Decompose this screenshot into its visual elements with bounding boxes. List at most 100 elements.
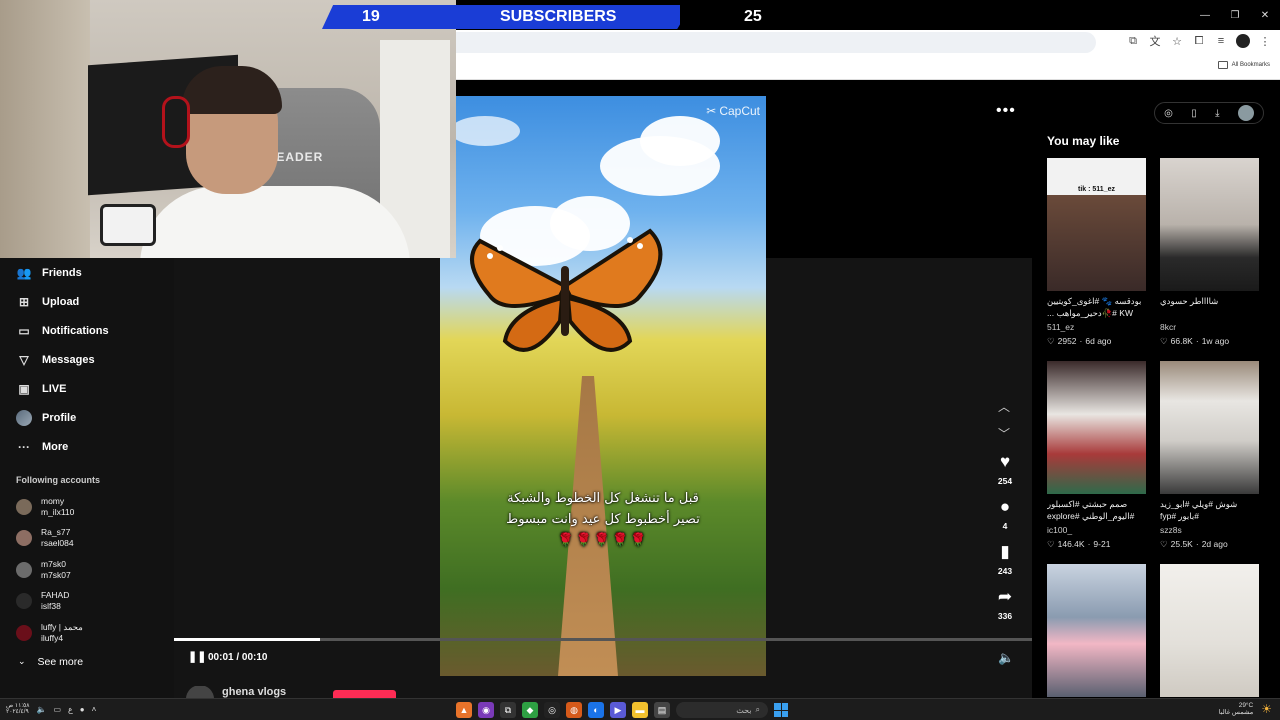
video-thumbnail[interactable] xyxy=(1047,361,1146,494)
account-handle: iluffy4 xyxy=(41,632,64,643)
app-icon[interactable]: ⧉ xyxy=(500,702,516,718)
webcam-person-hair xyxy=(182,66,282,114)
video-frame[interactable]: ✂ CapCut قبل ما تنشغل كل الخطوط والشبكة … xyxy=(440,96,766,676)
sidebar-item-profile[interactable]: Profile xyxy=(0,403,174,432)
screen-capture-icon[interactable]: ⧉ xyxy=(1126,34,1140,48)
chevron-up-icon[interactable]: ˄ xyxy=(92,705,97,714)
sidebar-item-upload[interactable]: ⊞ Upload xyxy=(0,287,174,316)
volume-tray-icon[interactable]: 🔈 xyxy=(36,705,46,714)
card-meta: ♡ 146.4K · 9-21 xyxy=(1047,539,1146,550)
video-thumbnail[interactable] xyxy=(1160,158,1259,291)
following-account[interactable]: FAHAD islf38 xyxy=(0,586,174,618)
sidebar-item-label: Notifications xyxy=(42,324,109,337)
card-username[interactable]: 511_ez xyxy=(1047,322,1146,332)
subscriber-counter: 19 SUBSCRIBERS 25 xyxy=(322,5,792,29)
account-name: Ra_s77 xyxy=(41,527,71,538)
extensions-icon[interactable]: ⧠ xyxy=(1192,34,1206,48)
weather-desc: مشمس غالبا xyxy=(1218,709,1254,716)
profile-icon[interactable] xyxy=(1236,34,1250,48)
card-title[interactable]: شوش #ويلي #ابو_زيد #بابور #fyp xyxy=(1160,498,1259,523)
pause-icon[interactable]: ❚❚ xyxy=(188,650,206,663)
chrome-icon[interactable]: ◍ xyxy=(566,702,582,718)
all-bookmarks[interactable]: All Bookmarks xyxy=(1217,61,1270,69)
comment-count: 4 xyxy=(1002,521,1008,531)
caption-line: قبل ما تنشغل كل الخطوط والشبكة xyxy=(507,491,699,506)
video-card[interactable] xyxy=(1047,564,1146,697)
toolbar-icons: ⧉ 文 ☆ ⧠ ≡ ⋮ xyxy=(1126,34,1272,48)
windows-start-icon[interactable] xyxy=(774,703,788,717)
app-icon[interactable]: ▶ xyxy=(610,702,626,718)
address-bar[interactable] xyxy=(456,32,1096,53)
menu-icon[interactable]: ⋮ xyxy=(1258,34,1272,48)
heart-outline-icon: ♡ xyxy=(1160,539,1168,549)
author-info[interactable]: ghena vlogs xyxy=(186,686,286,698)
video-card[interactable] xyxy=(1160,564,1259,697)
progress-bar[interactable] xyxy=(174,638,1032,641)
following-account[interactable]: m7sk0 m7sk07 xyxy=(0,554,174,586)
following-account[interactable]: momy m_ilx110 xyxy=(0,491,174,523)
action-bar: ♥ 254 ● 4 ▮ 243 ➦ 336 xyxy=(988,452,1022,632)
weather-widget[interactable]: 29°C مشمس غالبا xyxy=(1219,702,1253,716)
bookmarks-bar: All Bookmarks xyxy=(456,55,1280,80)
share-count: 336 xyxy=(997,611,1013,621)
video-card[interactable]: شااااطر حسودي 8kcr ♡ 66.8K · 1w ago xyxy=(1160,158,1259,347)
card-title[interactable]: بودقسه 🐾 #اغوى_كويتيين KW #🥀دحير_مواهب .… xyxy=(1047,295,1146,320)
volume-icon[interactable]: 🔈 xyxy=(998,650,1014,666)
chevron-up-icon[interactable]: ︿ xyxy=(998,398,1010,415)
share-button[interactable]: ➦ 336 xyxy=(998,587,1012,621)
follow-button[interactable] xyxy=(333,690,396,698)
video-thumbnail[interactable] xyxy=(1047,564,1146,697)
autoscroll-icon[interactable]: ◎ xyxy=(1164,108,1173,119)
video-card[interactable]: tik : 511_ez بودقسه 🐾 #اغوى_كويتيين KW #🥀… xyxy=(1047,158,1146,347)
app-icon[interactable]: ◉ xyxy=(478,702,494,718)
device-icon[interactable]: ▯ xyxy=(1191,108,1197,119)
video-card[interactable]: شوش #ويلي #ابو_زيد #بابور #fyp szz8s ♡ 25.5… xyxy=(1160,361,1259,550)
chevron-down-icon: ⌄ xyxy=(18,656,26,666)
sidebar-item-more[interactable]: ··· More xyxy=(0,432,174,461)
webcam-person-body xyxy=(140,186,410,258)
card-username[interactable]: ic100_ xyxy=(1047,525,1146,535)
edge-icon[interactable]: ◐ xyxy=(588,702,604,718)
heart-outline-icon: ♡ xyxy=(1160,336,1168,346)
app-icon[interactable]: ◆ xyxy=(522,702,538,718)
save-button[interactable]: ▮ 243 xyxy=(998,542,1012,576)
media-icon[interactable]: ≡ xyxy=(1214,34,1228,48)
following-account[interactable]: luffy | محمد iluffy4 xyxy=(0,617,174,649)
language-indicator[interactable]: ع xyxy=(68,705,73,714)
video-thumbnail[interactable]: tik : 511_ez xyxy=(1047,158,1146,291)
app-icon[interactable]: ◎ xyxy=(544,702,560,718)
network-icon[interactable]: ▭ xyxy=(53,705,61,714)
card-title[interactable]: صمم حبشتي #اكسبلور #اليوم_الوطني #explor… xyxy=(1047,498,1146,523)
app-icon[interactable]: ▤ xyxy=(654,702,670,718)
video-thumbnail[interactable] xyxy=(1160,361,1259,494)
sidebar-item-label: Upload xyxy=(42,295,80,308)
translate-icon[interactable]: 文 xyxy=(1148,34,1162,48)
card-title[interactable]: شااااطر حسودي xyxy=(1160,295,1259,320)
browser-toolbar: ⧉ 文 ☆ ⧠ ≡ ⋮ xyxy=(456,30,1280,55)
following-account[interactable]: Ra_s77 rsael084 xyxy=(0,523,174,555)
taskbar-search[interactable]: بحث ⌕ xyxy=(676,702,768,718)
sidebar-item-live[interactable]: ▣ LIVE xyxy=(0,374,174,403)
sidebar-item-notifications[interactable]: ▭ Notifications xyxy=(0,316,174,345)
sidebar-item-friends[interactable]: 👥 Friends xyxy=(0,258,174,287)
comment-button[interactable]: ● 4 xyxy=(1000,497,1010,531)
restore-icon[interactable]: ❐ xyxy=(1220,0,1250,30)
webcam-overlay: LEADER xyxy=(0,0,456,258)
card-username[interactable]: 8kcr xyxy=(1160,322,1259,332)
folder-icon[interactable]: ▬ xyxy=(632,702,648,718)
card-username[interactable]: szz8s xyxy=(1160,525,1259,535)
sidebar-item-messages[interactable]: ▽ Messages xyxy=(0,345,174,374)
chevron-down-icon[interactable]: ﹀ xyxy=(998,425,1010,442)
star-icon[interactable]: ☆ xyxy=(1170,34,1184,48)
mic-tray-icon[interactable]: ● xyxy=(80,705,85,714)
see-more-button[interactable]: ⌄ See more xyxy=(0,649,174,675)
like-button[interactable]: ♥ 254 xyxy=(998,452,1012,486)
more-options-icon[interactable]: ••• xyxy=(996,102,1016,120)
video-card[interactable]: صمم حبشتي #اكسبلور #اليوم_الوطني #explor… xyxy=(1047,361,1146,550)
download-icon[interactable]: ⤓ xyxy=(1215,108,1219,119)
app-icon[interactable]: ▲ xyxy=(456,702,472,718)
video-thumbnail[interactable] xyxy=(1160,564,1259,697)
close-icon[interactable]: ✕ xyxy=(1250,0,1280,30)
avatar[interactable] xyxy=(1237,105,1254,121)
minimize-icon[interactable]: — xyxy=(1190,0,1220,30)
